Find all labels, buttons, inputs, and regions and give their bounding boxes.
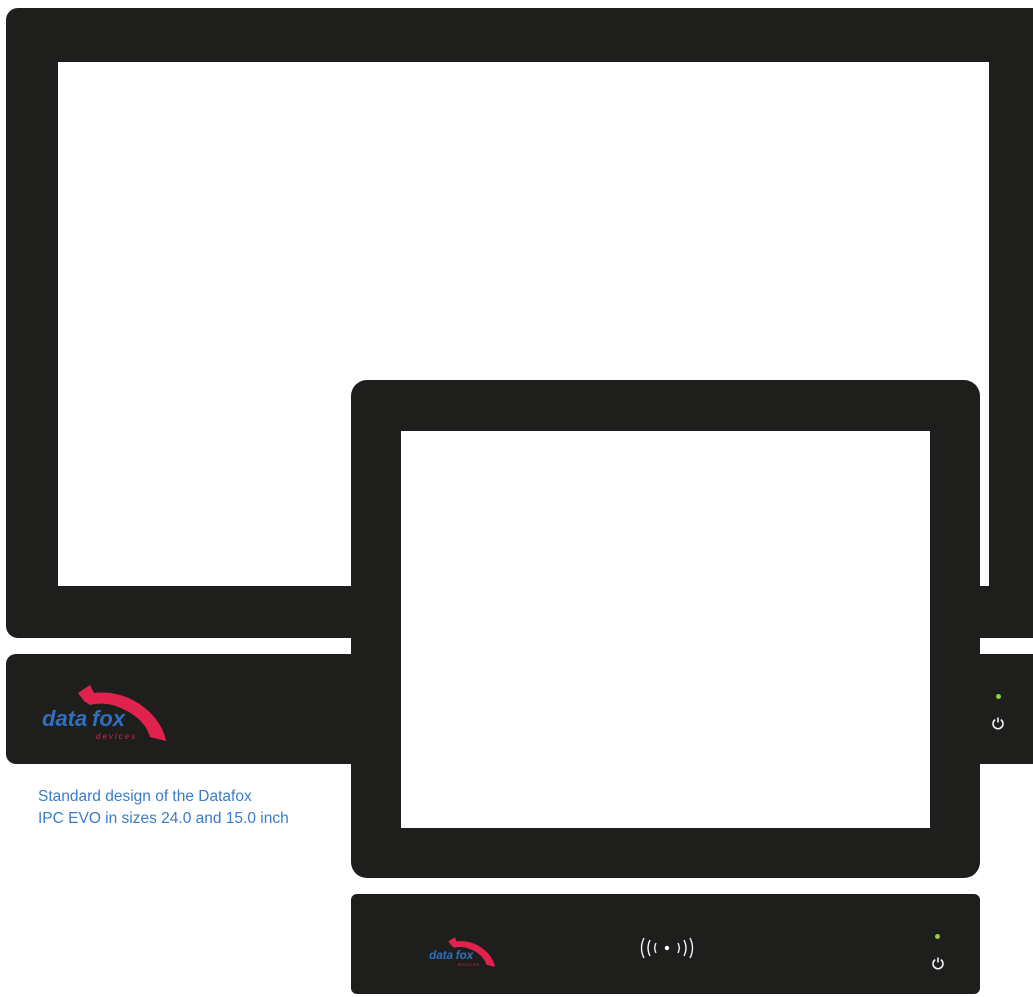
power-icon[interactable] (991, 716, 1005, 730)
status-led (996, 694, 1001, 699)
logo-subtitle: devices (96, 732, 137, 741)
logo-word-fox: fox (92, 706, 126, 731)
caption-line-1: Standard design of the Datafox (38, 788, 252, 805)
power-icon-small[interactable] (931, 956, 945, 970)
status-led-small (935, 934, 940, 939)
logo-word-data: data (429, 949, 454, 962)
datafox-logo-small: data fox devices (429, 937, 495, 967)
caption: Standard design of the Datafox IPC EVO i… (38, 786, 358, 830)
caption-line-2: IPC EVO in sizes 24.0 and 15.0 inch (38, 810, 289, 827)
datafox-logo: data fox devices (42, 685, 166, 741)
logo-word-fox: fox (456, 949, 474, 962)
rfid-contactless-icon (640, 937, 694, 959)
device-15-inch-screen (401, 431, 930, 828)
logo-subtitle: devices (458, 962, 480, 967)
logo-word-data: data (42, 706, 87, 731)
